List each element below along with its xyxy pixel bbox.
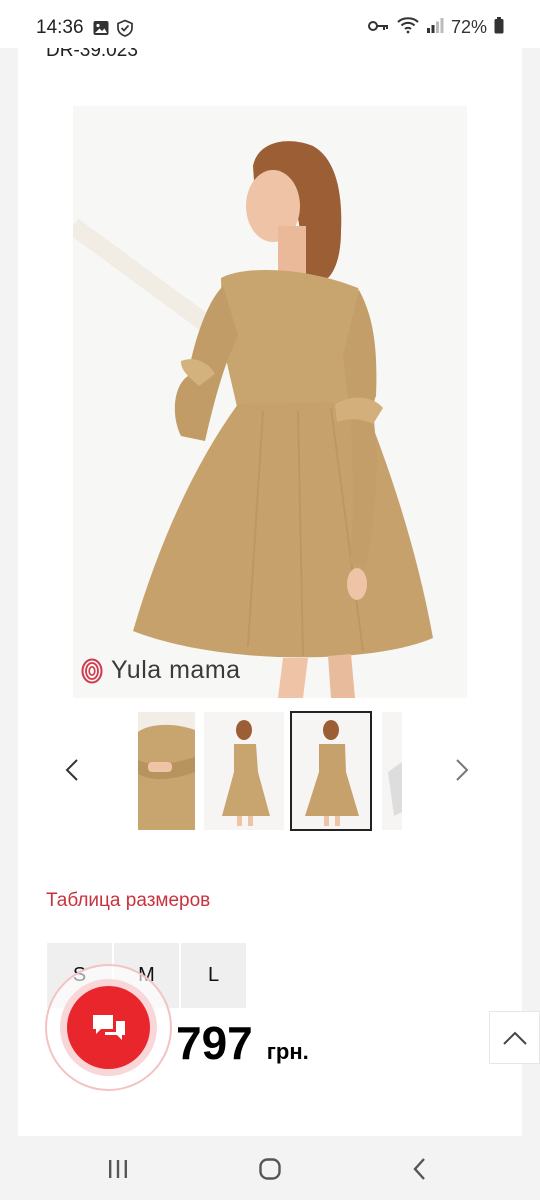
image-icon: [92, 19, 110, 42]
wifi-icon: [397, 16, 419, 39]
price-row: 797 грн.: [176, 1016, 309, 1070]
gallery-thumbnail[interactable]: [204, 712, 284, 830]
battery-icon: [494, 16, 504, 39]
size-option-l[interactable]: L: [181, 943, 246, 1008]
price-currency: грн.: [266, 1039, 309, 1064]
recent-apps-button[interactable]: [98, 1154, 138, 1184]
chat-button[interactable]: [67, 986, 150, 1069]
signal-icon: [426, 16, 444, 39]
fingerprint-logo-icon: [81, 658, 103, 683]
dress-photo: [73, 106, 467, 698]
brand-name: Yula mama: [111, 656, 241, 684]
chevron-up-icon: [502, 1031, 527, 1045]
gallery-thumbnail-selected[interactable]: [290, 711, 372, 831]
chat-bubbles-icon: [92, 1014, 125, 1040]
system-nav-bar: [0, 1136, 540, 1200]
gallery-prev-button[interactable]: [58, 754, 88, 786]
gallery-next-button[interactable]: [446, 754, 476, 786]
chevron-right-icon: [456, 759, 469, 781]
home-button[interactable]: [250, 1154, 290, 1184]
key-icon: [367, 17, 390, 38]
main-product-image[interactable]: Yula mama: [73, 106, 467, 698]
chevron-left-icon: [65, 759, 78, 781]
brand-logo: Yula mama: [81, 656, 241, 685]
scroll-to-top-button[interactable]: [489, 1011, 540, 1064]
recent-apps-icon: [109, 1160, 127, 1178]
size-table-link[interactable]: Таблица размеров: [46, 890, 210, 912]
battery-percent: 72%: [450, 17, 487, 37]
back-button[interactable]: [400, 1154, 440, 1184]
status-bar: 14:36 72%: [0, 0, 540, 48]
home-icon: [259, 1158, 281, 1180]
product-sku: DR-39.023: [46, 48, 138, 61]
shield-check-icon: [116, 19, 134, 42]
gallery-thumbnail[interactable]: [138, 712, 195, 830]
back-icon: [413, 1158, 425, 1180]
price-value: 797: [176, 1017, 253, 1069]
status-time: 14:36: [36, 17, 84, 38]
gallery-thumbnail[interactable]: [382, 712, 402, 830]
